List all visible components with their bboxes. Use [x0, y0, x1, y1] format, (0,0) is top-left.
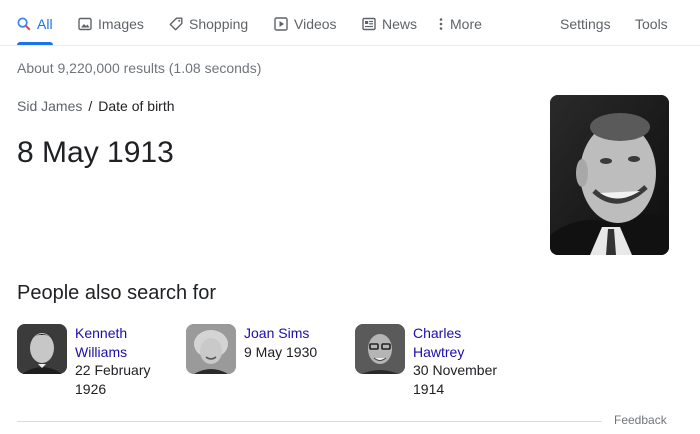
tab-images[interactable]: Images	[78, 14, 144, 34]
person-birthdate: 22 February	[75, 362, 151, 378]
newspaper-icon	[362, 17, 376, 31]
tab-shopping[interactable]: Shopping	[169, 14, 248, 34]
person-birthdate: 9 May 1930	[244, 343, 318, 360]
person-photo	[17, 324, 67, 374]
person-name-line[interactable]: Joan Sims	[244, 324, 317, 343]
person-thumbnail[interactable]	[186, 324, 236, 374]
result-stats: About 9,220,000 results (1.08 seconds)	[17, 60, 262, 76]
person-birthdate: 30 November	[413, 362, 498, 378]
feedback-link[interactable]: Feedback	[614, 413, 667, 427]
play-icon	[274, 17, 288, 31]
breadcrumb-attribute: Date of birth	[98, 98, 175, 114]
breadcrumb-entity[interactable]: Sid James	[17, 98, 82, 114]
feedback-divider	[17, 421, 602, 422]
image-icon	[78, 17, 92, 31]
tab-label: Videos	[294, 16, 337, 32]
settings-label: Settings	[560, 16, 611, 32]
person-photo	[355, 324, 405, 374]
search-icon	[17, 17, 31, 31]
person-card[interactable]: Kenneth Williams 22 February 1926	[17, 324, 150, 398]
person-photo	[186, 324, 236, 374]
tab-all[interactable]: All	[17, 14, 53, 34]
portrait-image	[550, 95, 669, 255]
tag-icon	[169, 17, 183, 31]
person-birthdate: 1914	[413, 380, 445, 397]
tab-news[interactable]: News	[362, 14, 417, 34]
person-name-line[interactable]: Hawtrey	[413, 343, 497, 362]
tab-label: Images	[98, 16, 144, 32]
breadcrumb-separator: /	[88, 98, 93, 114]
person-name-line[interactable]: Kenneth	[75, 324, 150, 343]
tab-label: News	[382, 16, 418, 32]
tools-label: Tools	[635, 16, 668, 32]
tab-label: Shopping	[189, 16, 249, 32]
person-name-line[interactable]: Charles	[413, 324, 497, 343]
more-vertical-icon	[439, 18, 443, 30]
tab-label: More	[450, 16, 482, 32]
answer-value: 8 May 1913	[17, 136, 174, 169]
person-card[interactable]: Charles Hawtrey 30 November 1914	[355, 324, 497, 398]
entity-photo[interactable]	[550, 95, 669, 255]
tools-button[interactable]: Tools	[635, 14, 668, 34]
breadcrumb: Sid James / Date of birth	[17, 98, 175, 114]
settings-link[interactable]: Settings	[560, 14, 611, 34]
tab-more[interactable]: More	[437, 14, 482, 34]
tab-label: All	[37, 16, 53, 32]
person-thumbnail[interactable]	[355, 324, 405, 374]
tab-videos[interactable]: Videos	[274, 14, 337, 34]
header-divider	[0, 45, 700, 46]
person-card[interactable]: Joan Sims 9 May 1930	[186, 324, 317, 374]
person-name-line[interactable]: Williams	[75, 343, 150, 362]
people-also-search-title: People also search for	[17, 282, 217, 304]
person-birthdate: 1926	[75, 380, 107, 397]
person-thumbnail[interactable]	[17, 324, 67, 374]
